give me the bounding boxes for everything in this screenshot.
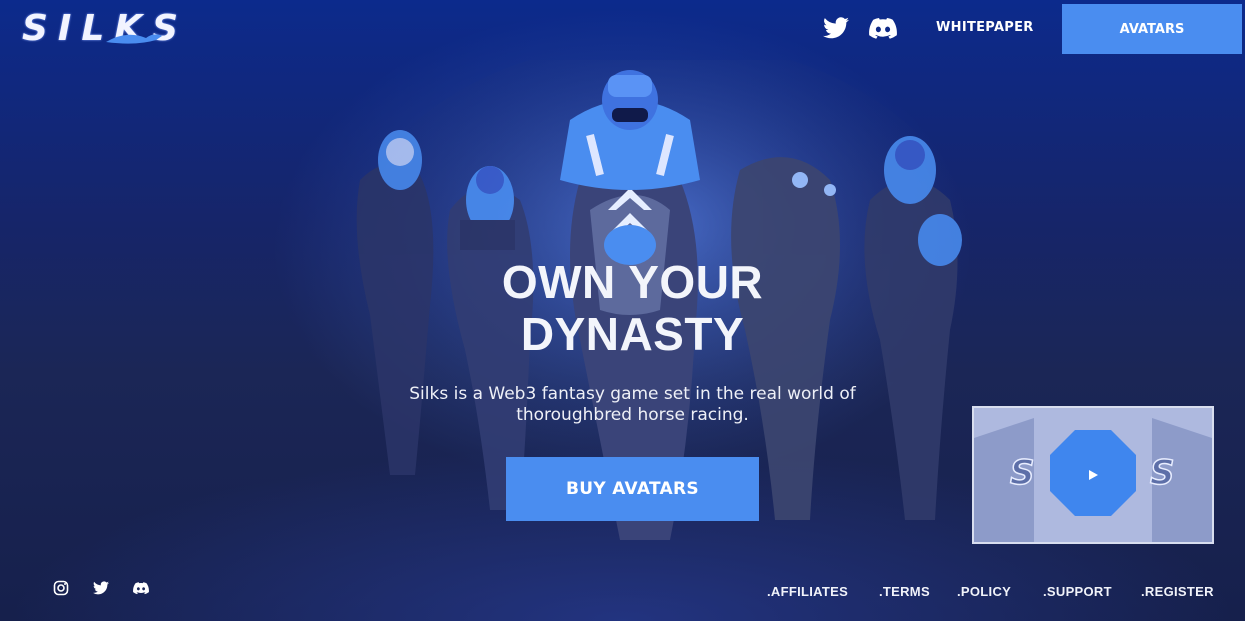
- twitter-icon[interactable]: [823, 17, 849, 39]
- headline-line-1: OWN YOUR: [501, 256, 764, 308]
- nav-whitepaper-link[interactable]: WHITEPAPER: [936, 20, 1034, 35]
- footer-link-terms[interactable]: .TERMS: [879, 584, 930, 599]
- twitter-icon[interactable]: [93, 580, 109, 596]
- discord-icon[interactable]: [133, 580, 149, 596]
- footer-link-register[interactable]: .REGISTER: [1141, 584, 1214, 599]
- instagram-icon[interactable]: [53, 580, 69, 596]
- footer-link-policy[interactable]: .POLICY: [957, 584, 1011, 599]
- svg-text:S: S: [1150, 453, 1175, 493]
- discord-icon[interactable]: [869, 17, 897, 39]
- hero-subtitle: Silks is a Web3 fantasy game set in the …: [320, 384, 945, 426]
- avatars-button[interactable]: AVATARS: [1062, 4, 1242, 54]
- subtitle-line-2: thoroughbred horse racing.: [516, 405, 749, 425]
- video-thumbnail[interactable]: S S: [972, 406, 1214, 544]
- subtitle-line-1: Silks is a Web3 fantasy game set in the …: [409, 384, 856, 404]
- buy-avatars-button[interactable]: BUY AVATARS: [506, 457, 759, 521]
- svg-text:S: S: [1010, 453, 1035, 493]
- play-icon[interactable]: [1088, 470, 1098, 480]
- footer-link-affiliates[interactable]: .AFFILIATES: [767, 584, 848, 599]
- horse-logo-icon: [106, 34, 162, 44]
- page-title: OWN YOUR DYNASTY: [0, 256, 1245, 360]
- footer-link-support[interactable]: .SUPPORT: [1043, 584, 1112, 599]
- headline-line-2: DYNASTY: [520, 308, 745, 360]
- silks-logo[interactable]: SILKS: [22, 8, 178, 50]
